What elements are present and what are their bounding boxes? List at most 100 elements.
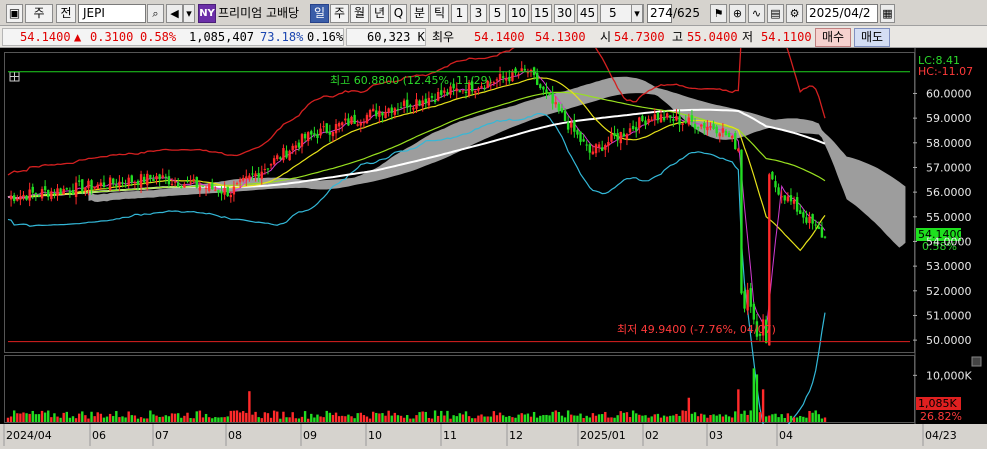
period-week-button[interactable]: 주: [330, 4, 349, 23]
volume-ratio: 73.18%: [260, 30, 304, 44]
candle: [492, 82, 496, 84]
volume-bar: [675, 413, 678, 422]
volume-bar: [458, 413, 462, 422]
speaker-icon[interactable]: ◀: [166, 4, 183, 23]
interval-button-10[interactable]: 10: [508, 4, 529, 23]
volume-bar: [37, 414, 41, 422]
volume-bar: [588, 417, 592, 422]
volume-bar: [622, 412, 626, 422]
candle: [235, 183, 239, 185]
volume-bar: [136, 418, 140, 422]
count-input[interactable]: 274: [647, 4, 673, 23]
volume-bar: [669, 415, 672, 422]
chevron-down-icon[interactable]: ▾: [183, 4, 195, 23]
candle: [77, 180, 81, 182]
gear-icon[interactable]: ⚙: [786, 4, 803, 23]
save-icon[interactable]: ▤: [767, 4, 784, 23]
chart-type-icon[interactable]: ⚑: [710, 4, 727, 23]
volume-bar: [734, 411, 737, 422]
volume-bar: [390, 415, 393, 422]
period-month-button[interactable]: 월: [350, 4, 369, 23]
candle: [53, 192, 56, 195]
volume-bar: [700, 413, 703, 422]
volume-bar: [616, 415, 619, 422]
candle: [625, 134, 629, 140]
market-type-select-2[interactable]: 전: [56, 4, 76, 23]
candle: [789, 195, 793, 202]
volume-bar: [523, 414, 527, 422]
buy-button[interactable]: 매수: [815, 28, 851, 47]
period-day-button[interactable]: 일: [310, 4, 329, 23]
interval-button-3[interactable]: 3: [470, 4, 487, 23]
volume-bar: [269, 417, 273, 422]
ticker-input[interactable]: JEPI: [78, 4, 146, 23]
candle: [641, 115, 644, 122]
volume-bar: [808, 410, 811, 422]
candle: [814, 224, 817, 226]
candle: [192, 179, 195, 181]
candle: [337, 122, 341, 127]
volume-bar: [802, 416, 805, 422]
volume-bar: [498, 412, 502, 422]
candle: [368, 110, 372, 118]
bid-price: 54.1300: [535, 30, 586, 44]
volume-bar: [322, 417, 325, 422]
date-input[interactable]: 2025/04/2: [806, 4, 878, 23]
candle: [303, 133, 307, 139]
volume-panel-menu-icon[interactable]: [971, 356, 982, 367]
period-quarter-button[interactable]: Q: [390, 4, 407, 23]
volume-bar: [650, 416, 653, 422]
candle: [74, 182, 78, 198]
volume-bar: [501, 415, 505, 422]
ny-badge: NY: [198, 4, 216, 23]
volume-bar: [344, 416, 347, 422]
interval-button-1[interactable]: 1: [451, 4, 468, 23]
interval-button-45[interactable]: 45: [577, 4, 598, 23]
candle: [554, 102, 557, 105]
volume-bar: [520, 413, 523, 422]
candle: [118, 181, 121, 186]
chart-area[interactable]: LC:8.41 HC:-11.07 최고 60.8800 (12.45%, 11…: [0, 0, 987, 446]
crosshair-icon[interactable]: ⊕: [729, 4, 746, 23]
volume-bar: [257, 417, 260, 422]
candle: [656, 112, 660, 121]
volume-bar: [62, 412, 65, 422]
volume-bar: [474, 418, 477, 422]
interval-button-15[interactable]: 15: [531, 4, 552, 23]
price-chart[interactable]: LC:8.41 HC:-11.07 최고 60.8800 (12.45%, 11…: [0, 0, 987, 446]
chevron-down-icon[interactable]: ▾: [631, 4, 643, 23]
interval-button-30[interactable]: 30: [554, 4, 575, 23]
low-label: 저: [742, 30, 754, 44]
period-tick-button[interactable]: 틱: [430, 4, 449, 23]
volume-bar: [718, 414, 721, 422]
candle: [780, 196, 783, 198]
indicator-icon[interactable]: ∿: [748, 4, 765, 23]
calendar-icon[interactable]: ▦: [880, 4, 895, 23]
interval-button-5[interactable]: 5: [489, 4, 506, 23]
search-icon[interactable]: ⌕: [147, 4, 164, 23]
amount: 60,323 K: [367, 30, 425, 44]
candle: [248, 175, 251, 180]
candle: [186, 181, 189, 183]
candle: [112, 178, 115, 184]
candle: [792, 199, 796, 204]
period-minute-button[interactable]: 분: [410, 4, 429, 23]
quote-mode-icon[interactable]: ▣: [6, 4, 23, 23]
volume-bar: [248, 391, 251, 422]
volume-bar: [486, 416, 489, 422]
candle: [291, 145, 294, 151]
candle: [406, 99, 409, 108]
candle: [201, 185, 205, 187]
candle: [223, 187, 226, 195]
volume-bar: [427, 417, 431, 422]
sell-button[interactable]: 매도: [854, 28, 890, 47]
volume-bar: [548, 415, 551, 422]
volume-bar: [795, 417, 799, 422]
volume-bar: [737, 389, 740, 422]
volume-bar: [570, 414, 573, 422]
period-year-button[interactable]: 년: [370, 4, 389, 23]
x-tick-label: 07: [155, 429, 169, 442]
candle: [616, 133, 619, 141]
candle: [563, 110, 567, 122]
market-type-select[interactable]: 주: [25, 4, 53, 23]
